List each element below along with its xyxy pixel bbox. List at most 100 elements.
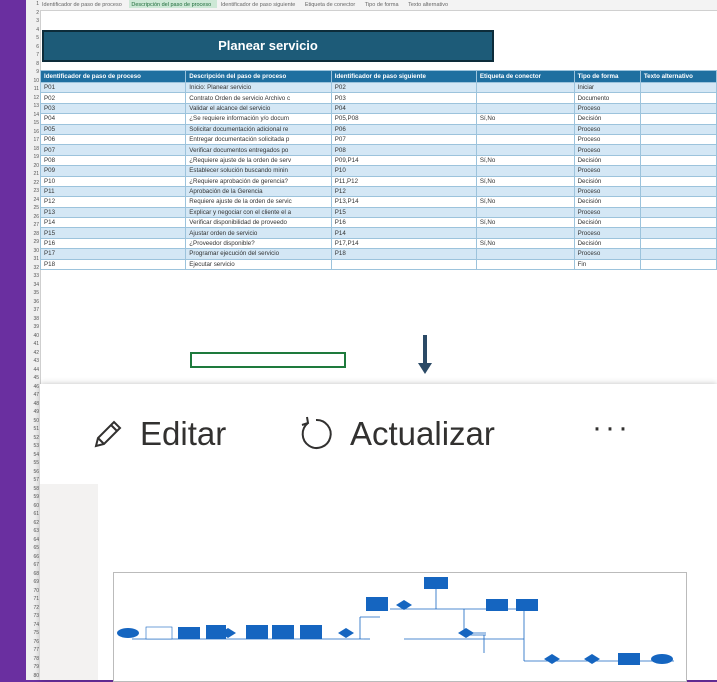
table-header[interactable]: Tipo de forma [573,70,641,83]
table-cell[interactable]: Decisión [573,196,641,208]
row-number[interactable]: 17 [26,136,40,145]
table-cell[interactable]: P13 [39,206,187,219]
table-cell[interactable]: Solicitar documentación adicional re [185,123,332,135]
row-number[interactable]: 56 [26,468,40,477]
row-number[interactable]: 2 [26,9,40,18]
row-number[interactable]: 22 [26,179,40,188]
table-header[interactable]: Texto alternativo [639,70,717,83]
table-cell[interactable]: P03 [330,92,477,104]
table-cell[interactable]: Explicar y negociar con el cliente el a [185,206,332,219]
row-number[interactable]: 46 [26,383,40,392]
row-number[interactable]: 51 [26,425,40,434]
row-number[interactable]: 24 [26,196,40,205]
row-number[interactable]: 59 [26,493,40,502]
row-number[interactable]: 23 [26,187,40,196]
row-number[interactable]: 65 [26,544,40,553]
table-cell[interactable] [639,144,717,156]
table-cell[interactable]: Fin [573,258,641,271]
table-cell[interactable]: ¿Requiere ajuste de la orden de serv [185,154,332,167]
row-number[interactable]: 4 [26,26,40,35]
row-number[interactable]: 25 [26,204,40,213]
table-cell[interactable]: P16 [330,217,477,229]
row-number[interactable]: 69 [26,578,40,587]
table-cell[interactable]: Requiere ajuste de la orden de servic [185,196,332,208]
table-cell[interactable]: Proceso [573,123,641,135]
table-cell[interactable] [475,248,575,260]
table-cell[interactable]: Proceso [573,165,641,177]
table-cell[interactable]: Sí,No [475,196,575,208]
table-cell[interactable]: P11,P12 [330,175,477,187]
table-cell[interactable]: Establecer solución buscando minin [185,165,332,177]
table-cell[interactable]: P07 [39,144,187,156]
table-cell[interactable] [639,154,717,167]
table-cell[interactable]: P10 [39,175,187,187]
row-number[interactable]: 8 [26,60,40,69]
row-number[interactable]: 61 [26,510,40,519]
row-number[interactable]: 19 [26,153,40,162]
row-number[interactable]: 57 [26,476,40,485]
table-cell[interactable] [475,258,575,271]
row-number[interactable]: 55 [26,459,40,468]
table-cell[interactable] [639,258,717,271]
table-cell[interactable] [475,81,575,94]
table-cell[interactable]: P02 [39,92,187,104]
row-number[interactable]: 12 [26,94,40,103]
table-cell[interactable] [639,237,717,250]
table-cell[interactable] [475,165,575,177]
table-cell[interactable]: Inicio: Planear servicio [185,81,332,94]
table-cell[interactable]: P18 [39,258,187,271]
row-number[interactable]: 43 [26,357,40,366]
table-header[interactable]: Descripción del paso de proceso [185,70,332,83]
table-cell[interactable]: P05,P08 [330,113,477,125]
table-cell[interactable]: P14 [39,217,187,229]
row-number[interactable]: 16 [26,128,40,137]
row-number[interactable]: 63 [26,527,40,536]
row-number[interactable]: 35 [26,289,40,298]
table-cell[interactable] [639,206,717,219]
column-header[interactable]: Etiqueta de conector [303,0,361,8]
table-cell[interactable]: Verificar disponibilidad de proveedo [185,217,332,229]
table-cell[interactable]: P18 [330,248,477,260]
edit-button[interactable]: Editar [90,412,226,456]
refresh-button[interactable]: Actualizar [296,412,495,456]
row-number[interactable]: 58 [26,485,40,494]
table-cell[interactable]: Proceso [573,133,641,146]
row-number[interactable]: 18 [26,145,40,154]
table-cell[interactable]: Programar ejecución del servicio [185,248,332,260]
row-number[interactable]: 37 [26,306,40,315]
table-cell[interactable]: P09,P14 [330,154,477,167]
table-cell[interactable]: Sí,No [475,237,575,250]
table-cell[interactable] [475,92,575,104]
table-cell[interactable]: P08 [39,154,187,167]
row-number[interactable]: 50 [26,417,40,426]
table-cell[interactable]: P16 [39,237,187,250]
table-cell[interactable]: Sí,No [475,154,575,167]
table-cell[interactable]: P07 [330,133,477,146]
row-number[interactable]: 62 [26,519,40,528]
row-number[interactable]: 36 [26,298,40,307]
row-number[interactable]: 3 [26,17,40,26]
row-number[interactable]: 52 [26,434,40,443]
table-cell[interactable]: Ejecutar servicio [185,258,332,271]
row-number[interactable]: 9 [26,68,40,77]
table-cell[interactable]: P15 [330,206,477,219]
row-number[interactable]: 13 [26,102,40,111]
table-cell[interactable]: Proceso [573,102,641,115]
row-number[interactable]: 45 [26,374,40,383]
row-number[interactable]: 31 [26,255,40,264]
table-cell[interactable] [475,123,575,135]
row-number[interactable]: 53 [26,442,40,451]
table-cell[interactable] [639,113,717,125]
row-number[interactable]: 78 [26,655,40,664]
table-cell[interactable]: Sí,No [475,113,575,125]
row-number[interactable]: 10 [26,77,40,86]
table-cell[interactable]: Proceso [573,206,641,219]
table-cell[interactable] [330,258,477,271]
row-number[interactable]: 72 [26,604,40,613]
table-cell[interactable]: Sí,No [475,217,575,229]
more-options-button[interactable]: ··· [592,406,631,450]
table-cell[interactable]: P11 [39,185,187,198]
table-cell[interactable]: P01 [39,81,187,94]
table-cell[interactable]: P14 [330,227,477,239]
table-cell[interactable]: P05 [39,123,187,135]
